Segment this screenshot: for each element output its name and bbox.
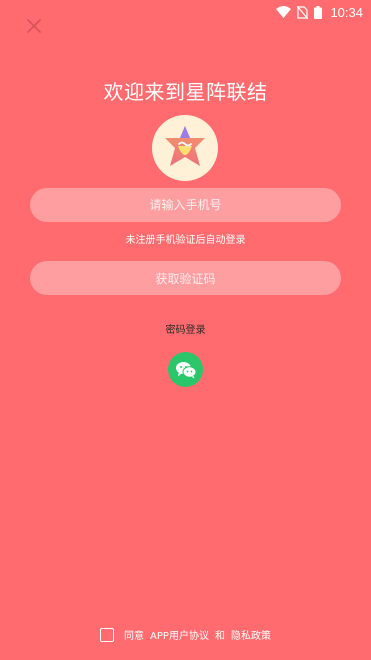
no-sim-icon [297, 5, 309, 19]
phone-input[interactable] [30, 188, 341, 222]
password-login-row: 密码登录 [0, 321, 371, 336]
status-icons: 10:34 [276, 3, 363, 21]
wifi-icon [276, 6, 292, 18]
get-code-label: 获取验证码 [155, 271, 216, 286]
and-label: 和 [214, 631, 225, 642]
battery-icon [314, 5, 323, 19]
register-hint: 未注册手机验证后自动登录 [125, 235, 246, 246]
password-login-link[interactable]: 密码登录 [166, 325, 206, 336]
close-button[interactable] [24, 16, 44, 36]
star-mascot-icon [165, 126, 205, 166]
status-time: 10:34 [330, 4, 363, 20]
agree-label: 同意 [124, 631, 145, 642]
wechat-login-button[interactable] [168, 352, 203, 387]
agreement-row: 同意 APP用户协议 和 隐私政策 [0, 627, 371, 642]
phone-field[interactable] [30, 188, 341, 222]
get-code-button[interactable]: 获取验证码 [30, 261, 341, 295]
login-screen: 10:34 欢迎来到星阵联结 未注册手机验证后自动登录 获取验证码 [0, 0, 371, 660]
privacy-policy-link[interactable]: 隐私政策 [231, 627, 271, 642]
app-logo [152, 115, 218, 181]
status-bar: 10:34 [0, 0, 371, 24]
close-icon [27, 19, 41, 33]
wechat-icon [175, 361, 196, 378]
user-agreement-link[interactable]: APP用户协议 [150, 627, 209, 642]
agreement-checkbox[interactable] [100, 627, 115, 642]
page-title: 欢迎来到星阵联结 [103, 80, 268, 104]
